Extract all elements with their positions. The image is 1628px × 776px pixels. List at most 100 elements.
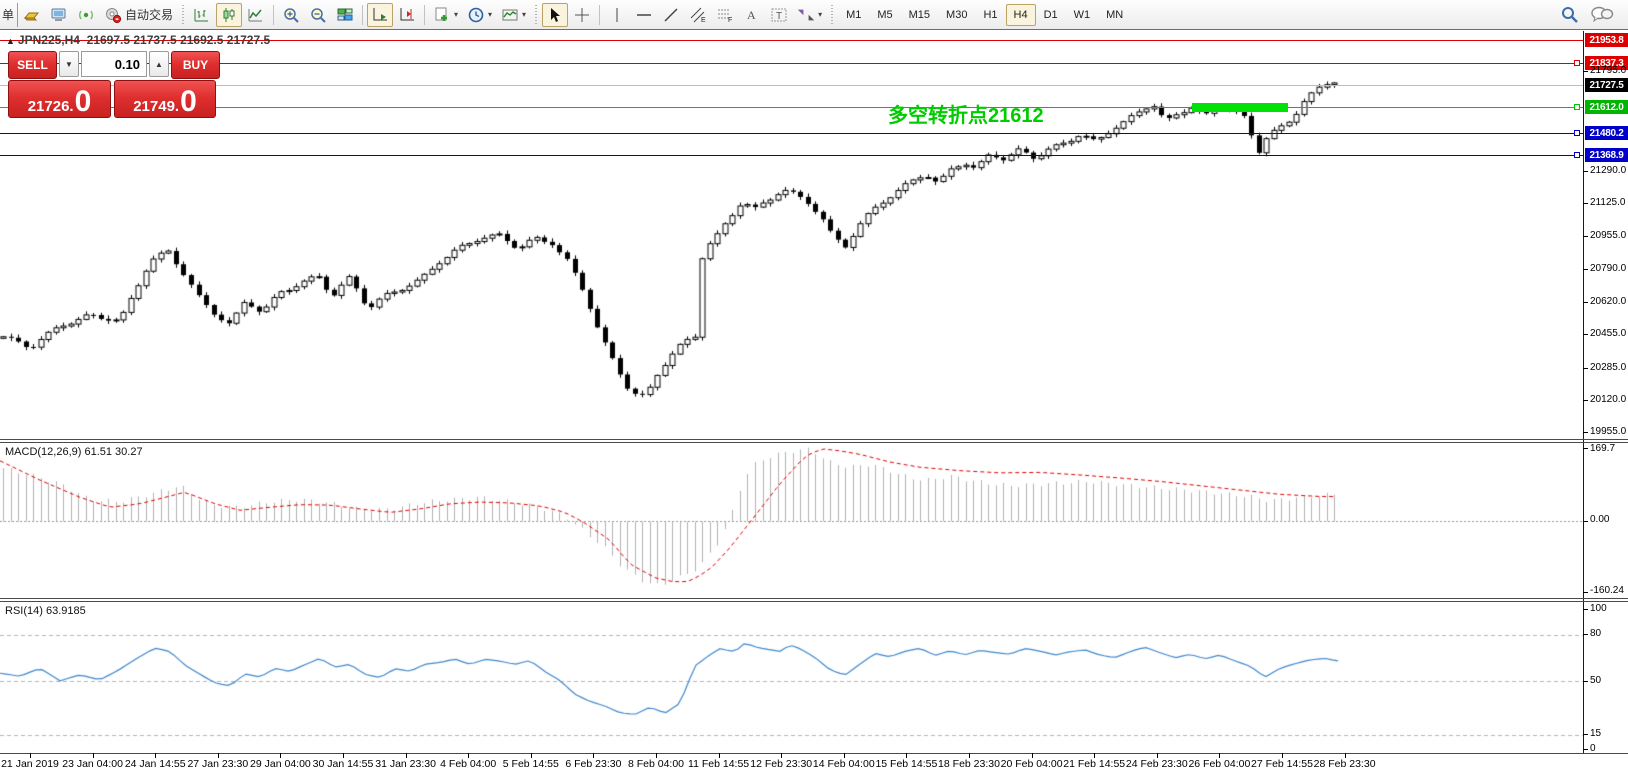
support-line-1[interactable] <box>0 133 1583 134</box>
price-tick-label: 21290.0 <box>1590 165 1626 176</box>
arrows-button[interactable]: ▾ <box>793 3 826 27</box>
pivot-annotation-text: 多空转折点21612 <box>888 99 1044 128</box>
line-chart-button[interactable] <box>243 3 269 27</box>
panel-separator[interactable] <box>0 439 1628 440</box>
candlestick-chart-button[interactable] <box>216 3 242 27</box>
price-badge-pivot: 21612.0 <box>1585 100 1628 114</box>
time-axis-tick <box>406 753 407 758</box>
time-axis-tick <box>593 753 594 758</box>
candlestick-chart-canvas[interactable] <box>0 30 1583 440</box>
rsi-axis-label: 0 <box>1590 743 1596 754</box>
trendline-button[interactable] <box>658 3 684 27</box>
axis-tick <box>1583 368 1588 369</box>
zoom-in-button[interactable] <box>278 3 304 27</box>
pivot-line[interactable] <box>0 107 1583 108</box>
panel-separator[interactable] <box>0 601 1628 602</box>
chat-icon[interactable] <box>1590 5 1614 25</box>
buy-button[interactable]: BUY <box>171 51 220 79</box>
timeframe-button-m30[interactable]: M30 <box>938 4 975 26</box>
text-button[interactable]: A <box>739 3 765 27</box>
timeframe-button-mn[interactable]: MN <box>1098 4 1131 26</box>
time-axis-label: 20 Feb 04:00 <box>1001 758 1063 770</box>
rsi-indicator-canvas[interactable] <box>0 602 1583 752</box>
macd-indicator-canvas[interactable] <box>0 443 1583 599</box>
line-handle[interactable] <box>1574 130 1580 136</box>
zoom-in-icon <box>282 6 300 24</box>
chart-shift-button[interactable] <box>394 3 420 27</box>
time-axis-label: 26 Feb 04:00 <box>1188 758 1250 770</box>
time-axis-tick <box>906 753 907 758</box>
sell-price-box[interactable]: 21726.0 <box>8 80 111 118</box>
svg-text:A: A <box>747 8 756 22</box>
time-axis-label: 27 Feb 14:55 <box>1251 758 1313 770</box>
macd-axis-top: 169.7 <box>1590 443 1615 454</box>
periods-button[interactable]: ▾ <box>463 3 496 27</box>
equidistant-channel-button[interactable]: E <box>685 3 711 27</box>
axis-tick <box>1583 634 1588 635</box>
templates-button[interactable]: ▾ <box>497 3 530 27</box>
time-axis-label: 30 Jan 14:55 <box>313 758 374 770</box>
volume-increase-button[interactable]: ▲ <box>149 51 169 77</box>
bar-chart-button[interactable] <box>189 3 215 27</box>
price-tick-label: 21125.0 <box>1590 197 1625 208</box>
toolbar-separator <box>362 5 363 25</box>
svg-text:T: T <box>776 11 782 22</box>
arrows-icon <box>797 6 815 24</box>
timeframe-button-m15[interactable]: M15 <box>901 4 938 26</box>
line-chart-icon <box>247 6 265 24</box>
trendline-icon <box>662 6 680 24</box>
line-handle[interactable] <box>1574 104 1580 110</box>
axis-tick <box>1583 592 1588 593</box>
auto-trading-button[interactable]: 自动交易 <box>100 3 177 27</box>
sell-price-pip: 0 <box>75 89 92 115</box>
step-down-icon: ▼ <box>65 60 73 69</box>
price-badge-support-1: 21480.2 <box>1585 126 1628 140</box>
text-label-button[interactable]: T <box>766 3 792 27</box>
signal-button[interactable] <box>73 3 99 27</box>
time-axis-label: 28 Feb 23:30 <box>1314 758 1376 770</box>
sell-button[interactable]: SELL <box>8 51 57 79</box>
auto-trading-label: 自动交易 <box>125 6 173 23</box>
time-axis-label: 18 Feb 23:30 <box>938 758 1000 770</box>
chart-title: ▲JPN225,H4 21697.5 21737.5 21692.5 21727… <box>6 33 270 47</box>
timeframe-button-h4[interactable]: H4 <box>1006 4 1036 26</box>
zoom-out-button[interactable] <box>305 3 331 27</box>
price-tick-label: 20455.0 <box>1590 328 1626 339</box>
timeframe-button-d1[interactable]: D1 <box>1036 4 1066 26</box>
new-chart-button[interactable]: ▾ <box>429 3 462 27</box>
text-icon: A <box>743 6 761 24</box>
crosshair-button[interactable] <box>569 3 595 27</box>
terminal-button[interactable] <box>46 3 72 27</box>
toolbar: 单 自动交易 ▾ ▾ ▾ E F A T ▾ M1M <box>0 0 1628 30</box>
crosshair-icon <box>573 6 591 24</box>
vertical-line-button[interactable] <box>604 3 630 27</box>
line-handle[interactable] <box>1574 60 1580 66</box>
buy-price-box[interactable]: 21749.0 <box>114 80 216 118</box>
pivot-highlight-bar[interactable] <box>1192 103 1288 112</box>
time-axis-label: 14 Feb 04:00 <box>813 758 875 770</box>
tile-windows-button[interactable] <box>332 3 358 27</box>
timeframe-button-m1[interactable]: M1 <box>838 4 869 26</box>
market-watch-button[interactable] <box>19 3 45 27</box>
horizontal-line-button[interactable] <box>631 3 657 27</box>
volume-input[interactable]: 0.10 <box>81 51 147 77</box>
collapse-icon[interactable]: ▲ <box>6 36 15 46</box>
resistance-line[interactable] <box>0 63 1583 64</box>
fibonacci-button[interactable]: F <box>712 3 738 27</box>
volume-decrease-button[interactable]: ▼ <box>59 51 79 77</box>
line-handle[interactable] <box>1574 152 1580 158</box>
price-tick-label: 20120.0 <box>1590 394 1626 405</box>
timeframe-button-h1[interactable]: H1 <box>975 4 1005 26</box>
search-icon[interactable] <box>1560 5 1580 25</box>
panel-separator[interactable] <box>0 442 1628 443</box>
timeframe-button-m5[interactable]: M5 <box>869 4 900 26</box>
dropdown-caret: ▾ <box>818 11 822 19</box>
chart-symbol: JPN225,H4 <box>18 33 80 47</box>
time-axis-label: 6 Feb 23:30 <box>565 758 621 770</box>
auto-scroll-button[interactable] <box>367 3 393 27</box>
panel-separator[interactable] <box>0 598 1628 599</box>
new-order-button[interactable]: 单 <box>2 3 18 27</box>
cursor-button[interactable] <box>542 3 568 27</box>
timeframe-button-w1[interactable]: W1 <box>1066 4 1099 26</box>
support-line-2[interactable] <box>0 155 1583 156</box>
